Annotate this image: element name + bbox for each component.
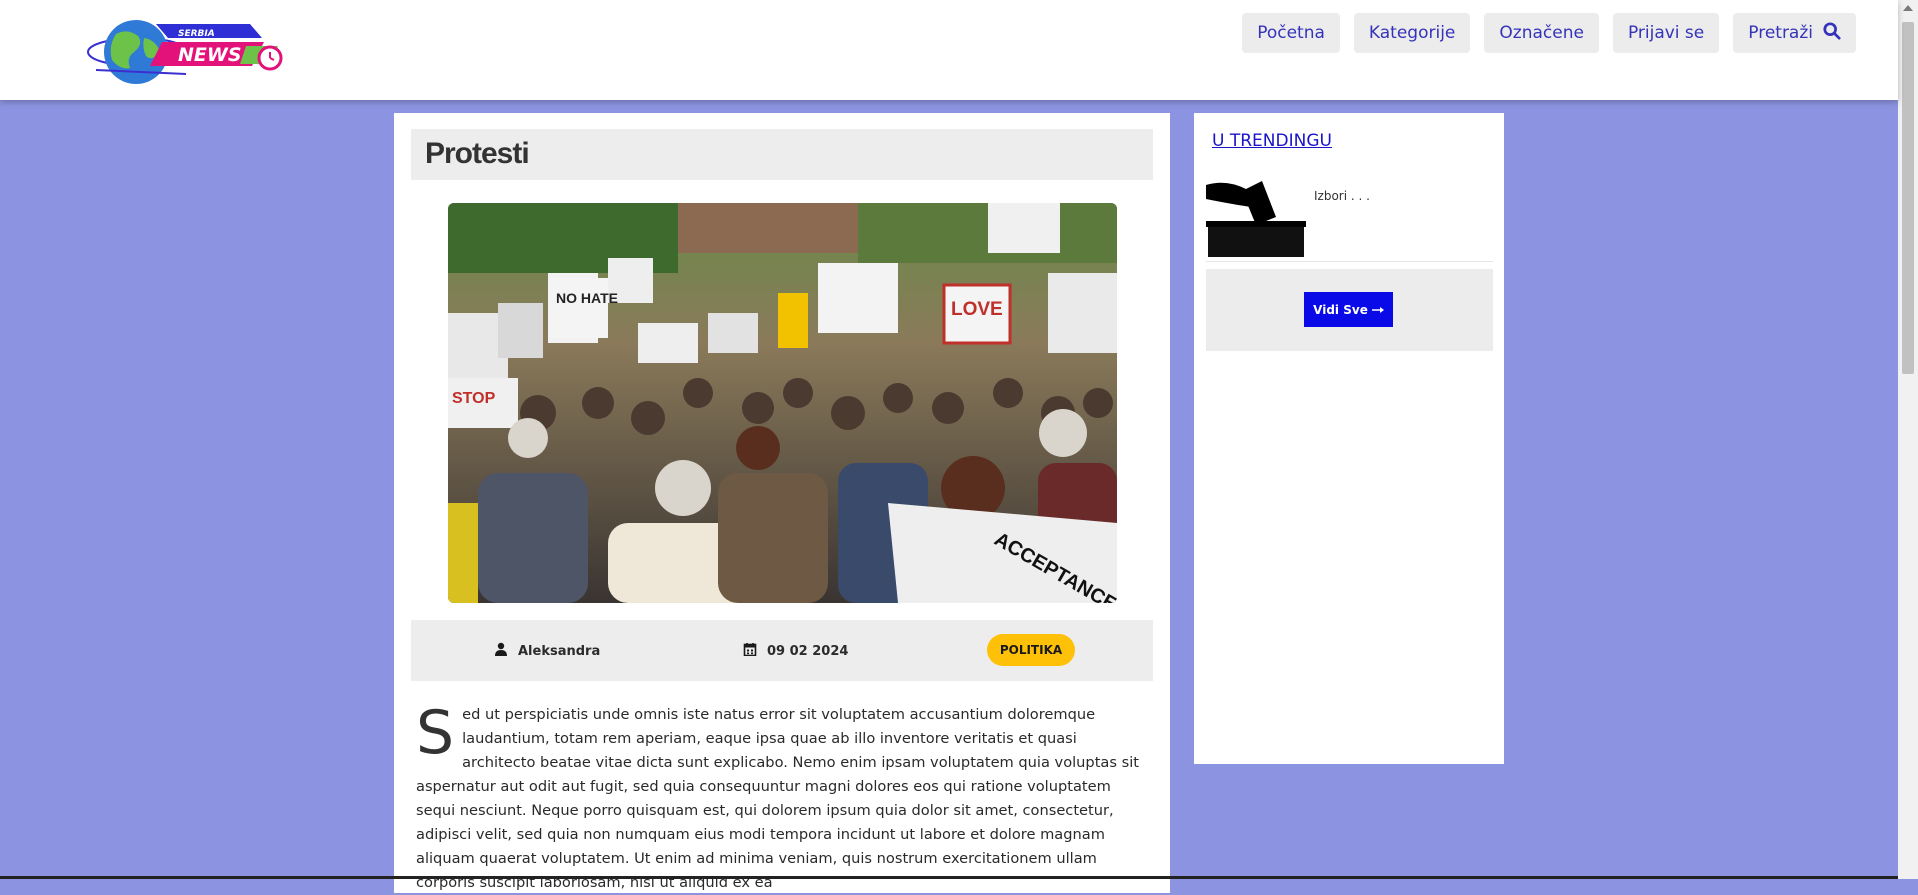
view-all-button[interactable]: Vidi Sve (1304, 292, 1393, 327)
search-icon (1823, 21, 1841, 45)
article-hero-image: NO HATE LOVE STOP ACCEPTANCE (448, 203, 1117, 603)
article-body-text: ed ut perspiciatis unde omnis iste natus… (416, 706, 1139, 891)
nav-home-button[interactable]: Početna (1242, 13, 1340, 53)
svg-text:SERBIA: SERBIA (178, 29, 215, 39)
nav-tagged-label: Označene (1499, 23, 1584, 43)
user-icon (494, 642, 508, 660)
nav-search-label: Pretraži (1748, 23, 1813, 43)
nav-search-button[interactable]: Pretraži (1733, 13, 1856, 53)
article-author: Aleksandra (494, 642, 600, 660)
site-header: SERBIA NEWS Početna Kategorije Označene … (0, 0, 1898, 100)
nav-tagged-button[interactable]: Označene (1484, 13, 1599, 53)
nav-categories-button[interactable]: Kategorije (1353, 13, 1471, 53)
arrow-right-icon (1371, 303, 1384, 317)
view-all-label: Vidi Sve (1313, 302, 1368, 317)
nav-login-label: Prijavi se (1627, 23, 1705, 43)
article-meta-bar: Aleksandra 09 02 2024 POLITIKA (411, 620, 1153, 681)
page-scrollbar[interactable] (1898, 0, 1918, 879)
view-all-container: Vidi Sve (1206, 269, 1493, 351)
article-date: 09 02 2024 (743, 642, 848, 660)
article-card: Protesti NO HATE LOVE STOP ACCEPTANCE Al… (394, 113, 1170, 893)
trending-item-thumbnail (1206, 177, 1306, 257)
nav-home-label: Početna (1257, 23, 1325, 43)
trending-item[interactable]: Izbori . . . (1206, 177, 1493, 262)
svg-text:NO HATE: NO HATE (556, 290, 618, 306)
article-title-bar: Protesti (411, 129, 1153, 180)
scroll-up-arrow-icon[interactable] (1903, 5, 1913, 11)
nav-login-button[interactable]: Prijavi se (1612, 13, 1720, 53)
trending-heading[interactable]: U TRENDINGU (1212, 131, 1332, 151)
svg-text:NEWS: NEWS (178, 44, 242, 66)
article-date-value: 09 02 2024 (767, 643, 849, 659)
scrollbar-thumb[interactable] (1902, 22, 1914, 374)
article-body: S ed ut perspiciatis unde omnis iste nat… (416, 703, 1146, 895)
site-logo[interactable]: SERBIA NEWS (86, 12, 286, 92)
svg-text:LOVE: LOVE (951, 299, 1003, 320)
article-dropcap: S (416, 698, 455, 768)
trending-item-label: Izbori . . . (1314, 189, 1370, 203)
trending-sidebar: U TRENDINGU Izbori . . . Vidi Sve (1194, 113, 1504, 764)
nav-categories-label: Kategorije (1368, 23, 1456, 43)
article-title: Protesti (425, 137, 530, 170)
calendar-icon (743, 642, 757, 660)
category-badge[interactable]: POLITIKA (987, 634, 1075, 666)
article-author-name: Aleksandra (518, 643, 601, 659)
main-nav: Početna Kategorije Označene Prijavi se P… (1242, 13, 1856, 53)
svg-text:STOP: STOP (452, 390, 496, 407)
